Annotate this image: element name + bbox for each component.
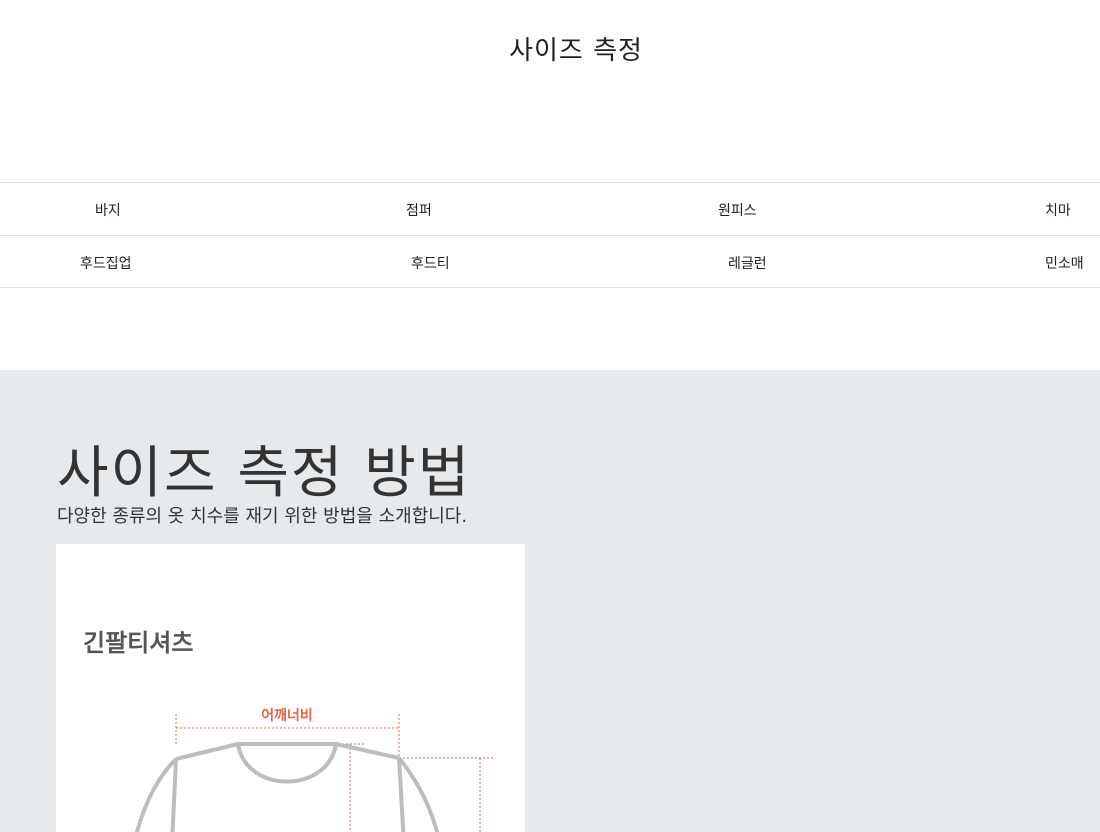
shirt-shoulder-outline [175, 742, 400, 761]
shirt-right-sleeve [397, 756, 440, 832]
category-jumper[interactable]: 점퍼 [406, 200, 432, 220]
category-onepiece[interactable]: 원피스 [718, 200, 757, 220]
shirt-left-sleeve [134, 757, 178, 832]
guide-description: 다양한 종류의 옷 치수를 재기 위한 방법을 소개합니다. [57, 506, 468, 527]
category-skirt[interactable]: 치마 [1045, 200, 1071, 220]
page-title: 사이즈 측정 [509, 36, 643, 66]
shoulder-width-label: 어깨너비 [261, 707, 313, 724]
category-hood-zipup[interactable]: 후드집업 [80, 253, 132, 273]
category-sleeveless[interactable]: 민소매 [1045, 253, 1084, 273]
shirt-neckline [236, 743, 338, 784]
shirt-left-side [170, 758, 178, 832]
garment-card-long-sleeve[interactable]: 긴팔티셔츠 어깨너비 [56, 544, 525, 832]
category-table: 바지 점퍼 원피스 치마 후드집업 후드티 레글런 민소매 [0, 182, 1100, 288]
category-row: 후드집업 후드티 레글런 민소매 [0, 235, 1100, 288]
category-raglan[interactable]: 레글런 [728, 253, 767, 273]
category-hoodie[interactable]: 후드티 [411, 253, 450, 273]
shirt-right-side [397, 757, 406, 832]
category-pants[interactable]: 바지 [95, 200, 121, 220]
category-row: 바지 점퍼 원피스 치마 [0, 182, 1100, 235]
guide-heading: 사이즈 측정 방법 [57, 441, 472, 506]
size-guide-section: 사이즈 측정 방법 다양한 종류의 옷 치수를 재기 위한 방법을 소개합니다.… [0, 370, 1100, 832]
long-sleeve-tshirt-diagram: 어깨너비 [134, 707, 494, 832]
